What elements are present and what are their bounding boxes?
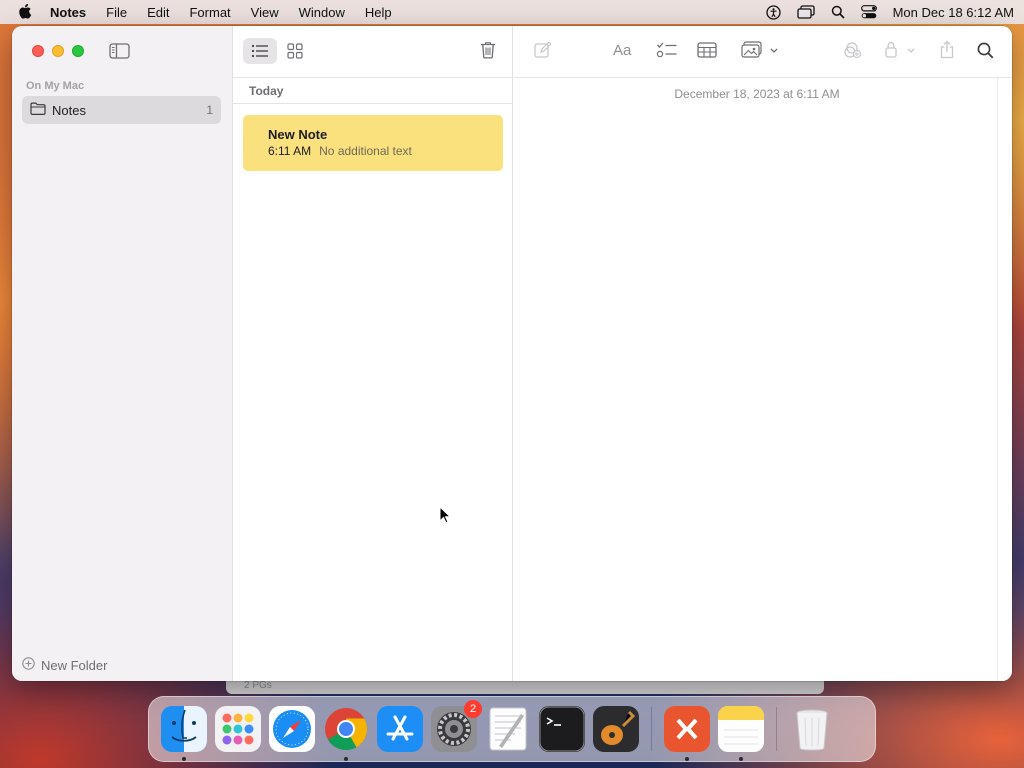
dock-trash[interactable] xyxy=(789,706,835,752)
dock-notes[interactable] xyxy=(718,706,764,761)
note-title: New Note xyxy=(268,127,328,142)
launchpad-icon xyxy=(215,706,261,752)
menu-view[interactable]: View xyxy=(251,5,279,20)
note-editor: Aa December 18, 2023 at 6:11 AM xyxy=(514,26,1012,681)
note-time: 6:11 AM xyxy=(268,144,312,158)
dock-garageband[interactable] xyxy=(593,706,639,752)
editor-scroll-divider xyxy=(997,78,998,681)
plus-circle-icon xyxy=(22,657,35,673)
dock-system-settings[interactable]: 2 xyxy=(431,700,482,752)
finder-icon xyxy=(161,706,207,752)
accessibility-icon[interactable] xyxy=(765,4,781,20)
menu-bar: Notes File Edit Format View Window Help … xyxy=(0,0,1024,24)
section-label-on-my-mac: On My Mac xyxy=(26,80,85,92)
folder-icon xyxy=(30,102,46,118)
dock-chrome[interactable] xyxy=(323,706,369,761)
running-indicator xyxy=(685,757,689,761)
list-view-icon xyxy=(251,44,268,58)
notes-icon xyxy=(718,706,764,752)
editor-toolbar: Aa xyxy=(514,26,1012,78)
compose-icon[interactable] xyxy=(534,42,551,59)
note-preview: No additional text xyxy=(319,144,412,158)
running-indicator xyxy=(182,757,186,761)
apple-menu-icon[interactable] xyxy=(18,4,34,20)
app-store-icon xyxy=(377,706,423,752)
dock-app-store[interactable] xyxy=(377,706,423,752)
safari-icon xyxy=(269,706,315,752)
sidebar-item-notes[interactable]: Notes 1 xyxy=(22,96,221,124)
search-icon[interactable] xyxy=(977,42,994,59)
sidebar-item-label: Notes xyxy=(52,102,86,118)
menu-format[interactable]: Format xyxy=(189,5,230,20)
sidebar-toggle-icon[interactable] xyxy=(109,43,130,62)
terminal-icon xyxy=(539,706,585,752)
lock-icon[interactable] xyxy=(884,41,918,59)
window-controls xyxy=(32,45,84,57)
dock-safari[interactable] xyxy=(269,706,315,752)
notes-window: On My Mac Notes 1 New Folder Today New N… xyxy=(12,26,1012,681)
dock-separator xyxy=(651,707,652,751)
mouse-pointer-icon xyxy=(439,505,452,527)
note-date: December 18, 2023 at 6:11 AM xyxy=(674,87,840,101)
checklist-icon[interactable] xyxy=(656,41,677,59)
remote-desktop-icon xyxy=(664,706,710,752)
background-window-title: 2 PGs xyxy=(244,680,272,691)
trash-can-icon xyxy=(796,709,828,751)
dock-terminal[interactable] xyxy=(539,706,585,752)
new-folder-button[interactable]: New Folder xyxy=(22,657,107,673)
menubar-clock[interactable]: Mon Dec 18 6:12 AM xyxy=(893,5,1014,20)
list-item-note[interactable]: New Note 6:11 AM No additional text xyxy=(243,115,503,171)
menu-help[interactable]: Help xyxy=(365,5,392,20)
text-format-icon[interactable]: Aa xyxy=(613,42,635,58)
note-list: Today New Note 6:11 AM No additional tex… xyxy=(233,26,513,681)
collaborate-icon[interactable] xyxy=(843,41,863,59)
trash-icon[interactable] xyxy=(480,41,496,62)
svg-text:Aa: Aa xyxy=(613,42,632,58)
folders-sidebar: On My Mac Notes 1 New Folder xyxy=(12,26,233,681)
close-button[interactable] xyxy=(32,45,44,57)
running-indicator xyxy=(344,757,348,761)
control-center-icon[interactable] xyxy=(860,5,877,19)
guitar-icon xyxy=(593,706,639,752)
zoom-button[interactable] xyxy=(72,45,84,57)
background-window[interactable]: 2 PGs xyxy=(226,680,824,694)
dock-finder[interactable] xyxy=(161,706,207,761)
dock-separator xyxy=(776,707,777,751)
new-folder-label: New Folder xyxy=(41,657,108,673)
chrome-icon xyxy=(325,708,368,751)
dock-remote-desktop[interactable] xyxy=(664,706,710,761)
menu-app-name[interactable]: Notes xyxy=(50,5,86,20)
group-header-today: Today xyxy=(233,78,512,104)
table-icon[interactable] xyxy=(697,42,717,58)
note-list-toolbar xyxy=(233,26,512,78)
menu-edit[interactable]: Edit xyxy=(147,5,169,20)
minimize-button[interactable] xyxy=(52,45,64,57)
share-icon[interactable] xyxy=(939,40,955,59)
menu-window[interactable]: Window xyxy=(299,5,345,20)
dock-launchpad[interactable] xyxy=(215,706,261,752)
dock: 2 xyxy=(148,696,876,762)
notification-badge: 2 xyxy=(464,700,482,718)
textedit-icon xyxy=(489,707,527,751)
media-icon[interactable] xyxy=(741,41,779,59)
folder-count: 1 xyxy=(206,103,213,117)
gallery-view-icon[interactable] xyxy=(287,43,303,62)
menu-file[interactable]: File xyxy=(106,5,127,20)
spotlight-search-icon[interactable] xyxy=(831,5,845,19)
note-meta: 6:11 AM No additional text xyxy=(268,144,503,158)
screen-mirroring-icon[interactable] xyxy=(796,5,815,19)
running-indicator xyxy=(739,757,743,761)
dock-textedit[interactable] xyxy=(485,706,531,752)
list-view-button[interactable] xyxy=(243,38,277,64)
